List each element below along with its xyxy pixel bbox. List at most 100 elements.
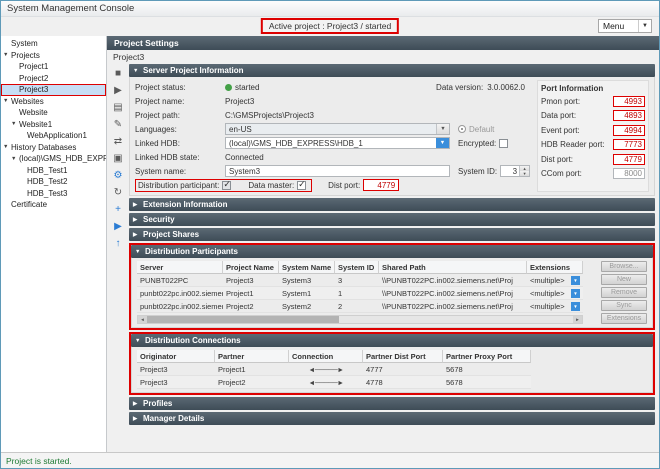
new-button[interactable]: New (601, 274, 647, 285)
menu-dropdown[interactable]: Menu ▼ (598, 19, 652, 33)
system-id-stepper[interactable]: 3 ▲▼ (500, 165, 530, 177)
section-title: Profiles (143, 399, 172, 408)
tree-item-webapplication1[interactable]: WebApplication1 (1, 130, 106, 142)
tree-item-label: Certificate (11, 200, 47, 209)
horizontal-scrollbar[interactable]: ◄ ► (137, 315, 583, 324)
tree-item-project3[interactable]: Project3 (1, 84, 106, 96)
dist-port-input[interactable]: 4779 (363, 179, 399, 191)
caret-down-icon[interactable] (3, 144, 11, 150)
tree-item-hdb-test1[interactable]: HDB_Test1 (1, 165, 106, 177)
run-icon[interactable]: ▶ (111, 220, 125, 233)
chevron-down-icon[interactable]: ▼ (571, 289, 580, 298)
tree-item-project1[interactable]: Project1 (1, 61, 106, 73)
connection-arrow-icon (308, 365, 343, 374)
cell-shared-path: \\PUNBT022PC.in002.siemens.net\Proj (379, 287, 527, 300)
system-name-row: System name: System3 System ID: 3 ▲▼ (135, 164, 531, 178)
scrollbar-thumb[interactable] (147, 316, 339, 323)
cell-project-name: Project2 (223, 300, 279, 313)
cell-extensions[interactable]: <multiple> ▼ (527, 287, 583, 300)
extensions-value: <multiple> (530, 289, 565, 298)
settings-sections: Server Project Information Project statu… (129, 64, 655, 450)
refresh-icon[interactable]: ↻ (111, 186, 125, 199)
browse-button[interactable]: Browse... (601, 261, 647, 272)
linked-hdb-state-value: Connected (225, 153, 264, 162)
pmon-port-label: Pmon port: (541, 97, 580, 106)
languages-dropdown[interactable]: en-US ▼ (225, 123, 450, 135)
extensions-button[interactable]: Extensions (601, 313, 647, 324)
tree-item-certificate[interactable]: Certificate (1, 199, 106, 211)
scrollbar-track[interactable] (147, 316, 573, 323)
tree-item-websites[interactable]: Websites (1, 96, 106, 108)
cell-server: punbt022pc.in002.siemer (137, 287, 223, 300)
start-icon[interactable]: ▶ (111, 84, 125, 97)
tree-item-projects[interactable]: Projects (1, 50, 106, 62)
tab-project-settings[interactable]: Project Settings (107, 36, 659, 50)
default-radio[interactable] (458, 125, 466, 133)
remove-button[interactable]: Remove (601, 287, 647, 298)
project-name-value: Project3 (225, 97, 254, 106)
caret-down-icon (133, 68, 143, 74)
tree-item-hdb-test3[interactable]: HDB_Test3 (1, 188, 106, 200)
ccom-port-label: CCom port: (541, 169, 582, 178)
tree-item-system[interactable]: System (1, 38, 106, 50)
scroll-right-icon[interactable]: ► (573, 316, 582, 323)
caret-down-icon[interactable] (11, 121, 19, 127)
section-header-security[interactable]: Security (129, 213, 655, 226)
section-header-distribution-participants[interactable]: Distribution Participants (131, 245, 653, 258)
cell-extensions[interactable]: <multiple>▼ (527, 274, 583, 287)
tree-item-project2[interactable]: Project2 (1, 73, 106, 85)
sync-button[interactable]: Sync (601, 300, 647, 311)
cell-extensions[interactable]: <multiple>▼ (527, 300, 583, 313)
tree-item-hdb-test2[interactable]: HDB_Test2 (1, 176, 106, 188)
table-row[interactable]: Project3 Project2 4778 5678 (137, 376, 647, 389)
stop-icon[interactable]: ■ (111, 67, 125, 80)
table-row[interactable]: PUNBT022PC Project3 System3 3 \\PUNBT022… (137, 274, 583, 287)
chevron-down-icon[interactable]: ▼ (436, 124, 449, 134)
connections-header-row: Originator Partner Connection Partner Di… (137, 350, 647, 363)
table-row[interactable]: punbt022pc.in002.siemer Project2 System2… (137, 300, 583, 313)
chevron-down-icon[interactable]: ▼ (436, 138, 449, 148)
section-title: Server Project Information (143, 66, 243, 75)
caret-down-icon[interactable] (3, 98, 11, 104)
distribution-participant-checkbox[interactable] (222, 181, 231, 190)
section-header-server-project-information[interactable]: Server Project Information (129, 64, 655, 77)
table-row[interactable]: Project3 Project1 4777 5678 (137, 363, 647, 376)
save-icon[interactable]: ▣ (111, 152, 125, 165)
distribution-participant-label: Distribution participant: (138, 181, 219, 190)
tree-item-website[interactable]: Website (1, 107, 106, 119)
tree-item-gms-hdb-express[interactable]: (local)\GMS_HDB_EXPRESS (1, 153, 106, 165)
tree-item-history-databases[interactable]: History Databases (1, 142, 106, 154)
tree-item-label: Project3 (19, 85, 48, 94)
add-icon[interactable]: + (111, 203, 125, 216)
section-header-distribution-connections[interactable]: Distribution Connections (131, 334, 653, 347)
linked-hdb-dropdown[interactable]: (local)\GMS_HDB_EXPRESS\HDB_1 ▼ (225, 137, 450, 149)
table-row[interactable]: punbt022pc.in002.siemer Project1 System1… (137, 287, 583, 300)
section-header-project-shares[interactable]: Project Shares (129, 228, 655, 241)
spinner-arrows-icon[interactable]: ▲▼ (519, 166, 529, 176)
document-icon[interactable]: ▤ (111, 101, 125, 114)
chevron-down-icon[interactable]: ▼ (571, 302, 580, 311)
cell-project-name: Project3 (223, 274, 279, 287)
section-title: Project Shares (143, 230, 199, 239)
settings-icon[interactable]: ⚙ (111, 169, 125, 182)
cell-system-id: 1 (335, 287, 379, 300)
system-name-input[interactable]: System3 (225, 165, 450, 177)
port-row-pmon: Pmon port: 4993 (541, 94, 645, 109)
scroll-left-icon[interactable]: ◄ (138, 316, 147, 323)
distribution-row: Distribution participant: Data master: D… (135, 178, 531, 192)
upload-icon[interactable]: ↑ (111, 237, 125, 250)
chevron-down-icon[interactable]: ▼ (571, 276, 580, 285)
section-header-extension-information[interactable]: Extension Information (129, 198, 655, 211)
caret-down-icon[interactable] (11, 156, 19, 162)
port-row-data: Data port: 4893 (541, 109, 645, 124)
tree-item-label: Website1 (19, 120, 52, 129)
tree-item-website1[interactable]: Website1 (1, 119, 106, 131)
section-header-manager-details[interactable]: Manager Details (129, 412, 655, 425)
title-bar: System Management Console (1, 1, 659, 17)
data-master-checkbox[interactable] (297, 181, 306, 190)
encrypted-checkbox[interactable] (499, 139, 508, 148)
section-header-profiles[interactable]: Profiles (129, 397, 655, 410)
edit-icon[interactable]: ✎ (111, 118, 125, 131)
caret-down-icon[interactable] (3, 52, 11, 58)
link-icon[interactable]: ⇄ (111, 135, 125, 148)
